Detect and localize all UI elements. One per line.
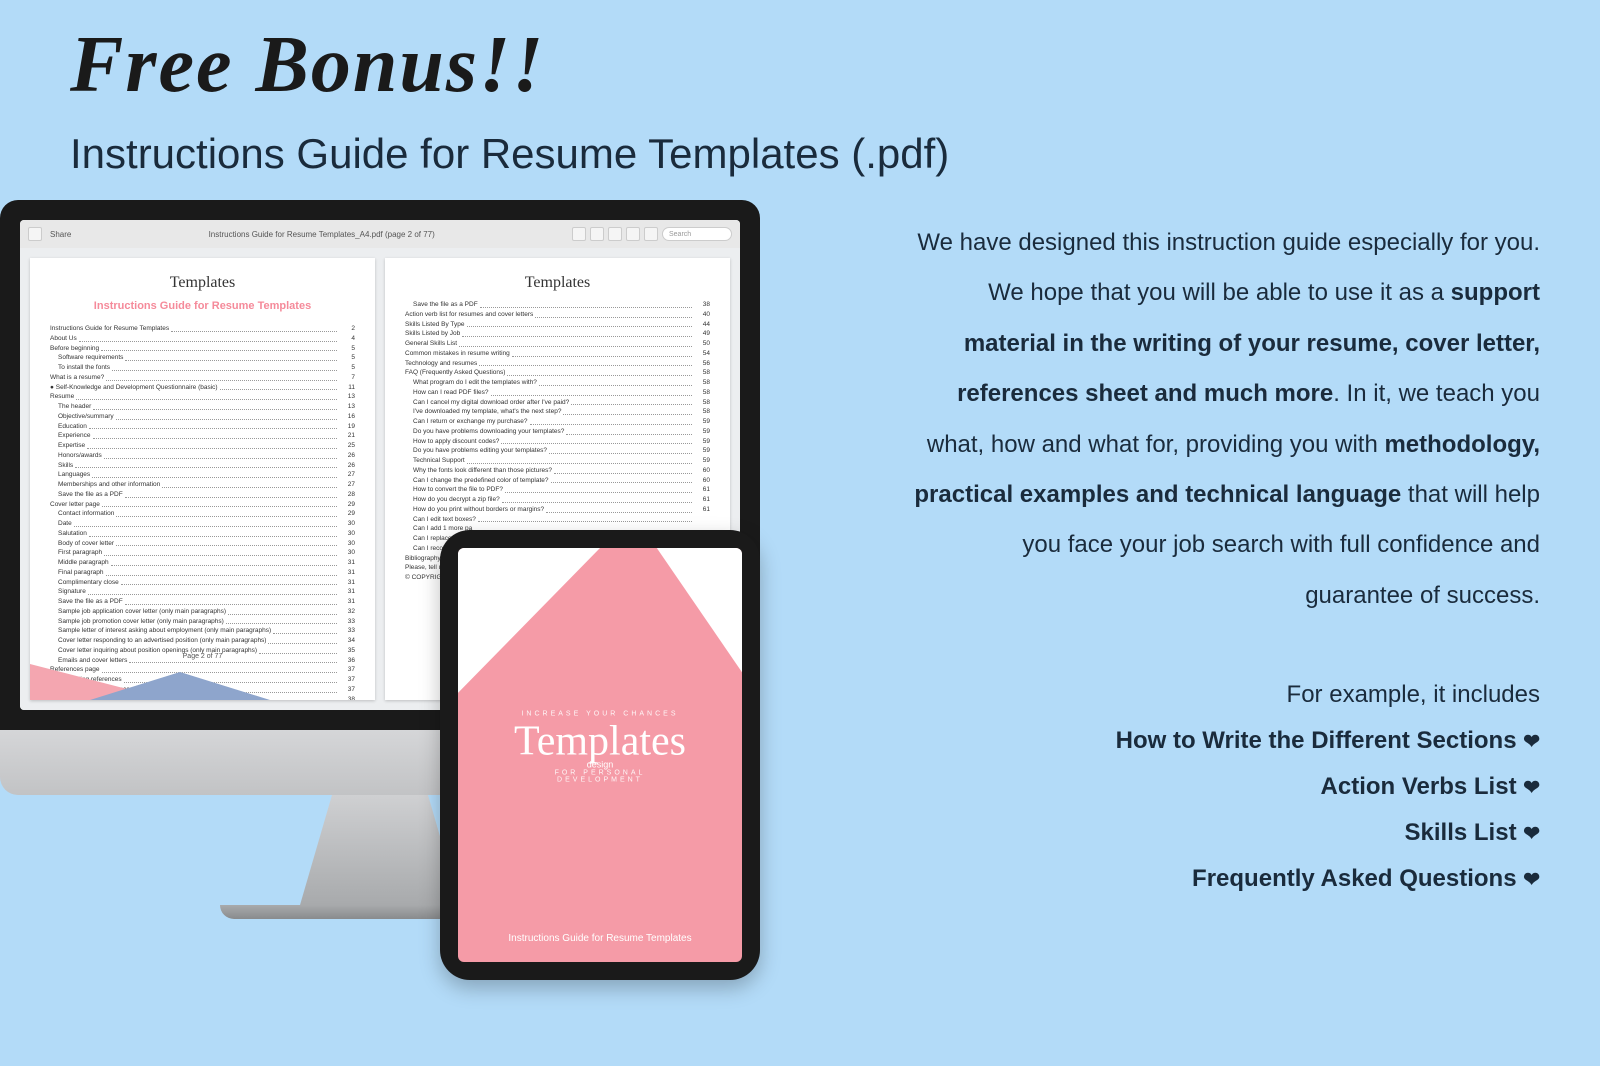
toc-line: Education19 xyxy=(50,422,355,432)
toc-line: About Us4 xyxy=(50,334,355,344)
bullet-item: Skills List ❤ xyxy=(910,819,1540,847)
toc-line: Can I cancel my digital download order a… xyxy=(405,398,710,408)
ipad-mockup: INCREASE YOUR CHANCES Templates design F… xyxy=(440,530,760,980)
toc-line: Skills Listed by Job49 xyxy=(405,329,710,339)
pdf-page-left: Templates Instructions Guide for Resume … xyxy=(30,258,375,700)
page-logo: Templates xyxy=(405,274,710,292)
toc-line: How do you decrypt a zip file?61 xyxy=(405,495,710,505)
toc-line: What is a resume?7 xyxy=(50,373,355,383)
toc-line: I've downloaded my template, what's the … xyxy=(405,407,710,417)
toc-line: Sample letter of interest asking about e… xyxy=(50,626,355,636)
toc-line: Final paragraph31 xyxy=(50,568,355,578)
heart-icon: ❤ xyxy=(1523,823,1540,845)
toc-line: Do you have problems editing your templa… xyxy=(405,446,710,456)
toc-line: ● Self-Knowledge and Development Questio… xyxy=(50,383,355,393)
toc-line: What program do I edit the templates wit… xyxy=(405,378,710,388)
highlight-icon[interactable] xyxy=(590,227,604,241)
logo-arc-top: INCREASE YOUR CHANCES xyxy=(514,710,686,717)
toc-line: Expertise25 xyxy=(50,441,355,451)
headline: Free Bonus!! xyxy=(70,20,545,111)
markup-icon[interactable] xyxy=(626,227,640,241)
toc-line: Resume13 xyxy=(50,392,355,402)
share-icon[interactable] xyxy=(28,227,42,241)
toc-line: Cover letter page29 xyxy=(50,500,355,510)
device-mockups: Share Instructions Guide for Resume Temp… xyxy=(0,200,800,1066)
toc-line: General Skills List50 xyxy=(405,339,710,349)
toc-line: Cover letter responding to an advertised… xyxy=(50,636,355,646)
toc-line: Honors/awards26 xyxy=(50,451,355,461)
preview-toolbar: Share Instructions Guide for Resume Temp… xyxy=(20,220,740,248)
toc-line: Objective/summary16 xyxy=(50,412,355,422)
toc-line: How to convert the file to PDF?61 xyxy=(405,485,710,495)
toc-line: Contact information29 xyxy=(50,509,355,519)
toolbar-icons: Search xyxy=(572,227,732,241)
toc-line: Sample job promotion cover letter (only … xyxy=(50,617,355,627)
toc-line: To install the fonts5 xyxy=(50,363,355,373)
para-text: We have designed this instruction guide … xyxy=(917,229,1540,306)
toc-line: Experience21 xyxy=(50,431,355,441)
toc-line: Do you have problems downloading your te… xyxy=(405,427,710,437)
page-title-text: Instructions Guide for Resume Templates xyxy=(50,300,355,312)
toc-line: Save the file as a PDF31 xyxy=(50,597,355,607)
print-icon[interactable] xyxy=(644,227,658,241)
page-logo: Templates xyxy=(50,274,355,292)
toc-line: Date30 xyxy=(50,519,355,529)
logo-arc-bot: FOR PERSONAL DEVELOPMENT xyxy=(514,769,686,783)
page-indicator: Page 2 of 77 xyxy=(30,653,375,660)
toc-line: Signature31 xyxy=(50,587,355,597)
toc-line: Body of cover letter30 xyxy=(50,539,355,549)
toc-line: Memberships and other information27 xyxy=(50,480,355,490)
toc-line: Languages27 xyxy=(50,470,355,480)
toc-line: How can I read PDF files?58 xyxy=(405,388,710,398)
toc-line: Save the file as a PDF38 xyxy=(405,300,710,310)
toc-line: Before beginning5 xyxy=(50,344,355,354)
ipad-logo: INCREASE YOUR CHANCES Templates design F… xyxy=(514,710,686,783)
toc-line: Can I change the predefined color of tem… xyxy=(405,476,710,486)
toc-line: Salutation30 xyxy=(50,529,355,539)
subtitle: Instructions Guide for Resume Templates … xyxy=(70,130,949,178)
rotate-icon[interactable] xyxy=(608,227,622,241)
selection-icon[interactable] xyxy=(572,227,586,241)
toc-line: Why the fonts look different than those … xyxy=(405,466,710,476)
toc-line: Technical Support59 xyxy=(405,456,710,466)
toc-left: Instructions Guide for Resume Templates2… xyxy=(50,324,355,700)
heart-icon: ❤ xyxy=(1523,731,1540,753)
toc-line: Technology and resumes56 xyxy=(405,359,710,369)
ipad-screen: INCREASE YOUR CHANCES Templates design F… xyxy=(458,548,742,962)
example-header: For example, it includes xyxy=(910,681,1540,709)
body-paragraph: We have designed this instruction guide … xyxy=(910,218,1540,621)
ipad-caption: Instructions Guide for Resume Templates xyxy=(458,933,742,944)
toc-line: Middle paragraph31 xyxy=(50,558,355,568)
heart-icon: ❤ xyxy=(1523,869,1540,891)
toolbar-share-label: Share xyxy=(50,230,71,239)
toc-line: Can I return or exchange my purchase?59 xyxy=(405,417,710,427)
toc-line: Save the file as a PDF28 xyxy=(50,490,355,500)
toc-line: Complimentary close31 xyxy=(50,578,355,588)
bullet-item: Action Verbs List ❤ xyxy=(910,773,1540,801)
toc-line: Instructions Guide for Resume Templates2 xyxy=(50,324,355,334)
toc-line: The header13 xyxy=(50,402,355,412)
toc-line: How to apply discount codes?59 xyxy=(405,437,710,447)
bullet-item: Frequently Asked Questions ❤ xyxy=(910,865,1540,893)
copy-block: We have designed this instruction guide … xyxy=(910,218,1540,893)
toc-line: Software requirements5 xyxy=(50,353,355,363)
heart-icon: ❤ xyxy=(1523,777,1540,799)
toc-line: How do you print without borders or marg… xyxy=(405,505,710,515)
search-input[interactable]: Search xyxy=(662,227,732,241)
toc-line: FAQ (Frequently Asked Questions)58 xyxy=(405,368,710,378)
toc-line: Action verb list for resumes and cover l… xyxy=(405,310,710,320)
bullet-item: How to Write the Different Sections ❤ xyxy=(910,727,1540,755)
toc-line: Common mistakes in resume writing54 xyxy=(405,349,710,359)
imac-stand xyxy=(300,795,460,905)
toc-line: First paragraph30 xyxy=(50,548,355,558)
preview-title: Instructions Guide for Resume Templates_… xyxy=(79,230,564,239)
toc-line: Can I edit text boxes? xyxy=(405,515,710,525)
page-decoration xyxy=(30,664,375,700)
logo-script: Templates xyxy=(514,717,686,765)
toc-line: Skills26 xyxy=(50,461,355,471)
toc-line: Sample job application cover letter (onl… xyxy=(50,607,355,617)
toc-line: Skills Listed By Type44 xyxy=(405,320,710,330)
